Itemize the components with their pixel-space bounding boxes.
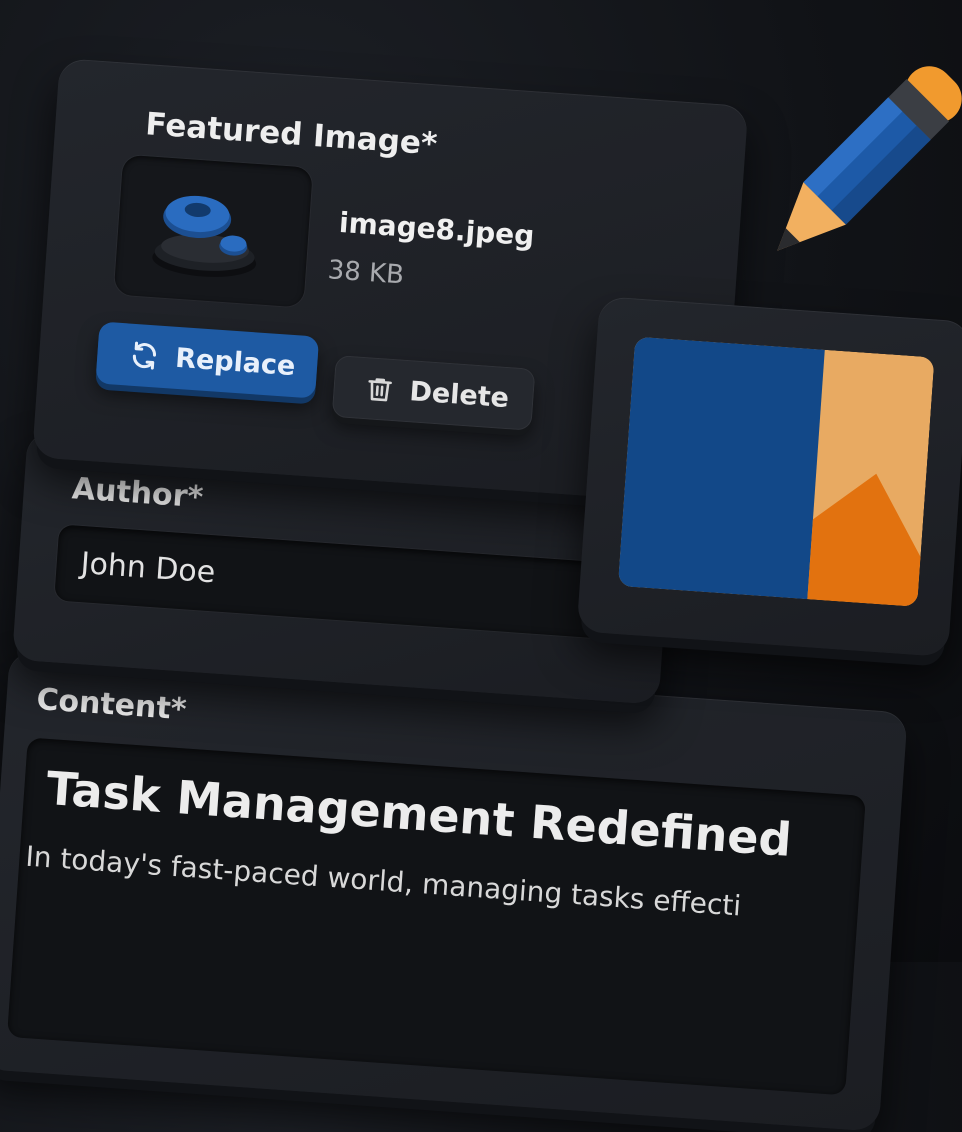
image-thumbnail [113,154,313,308]
featured-image-label: Featured Image* [144,106,439,163]
author-input[interactable]: John Doe [54,524,619,640]
replace-button-label: Replace [174,342,297,382]
content-card: Content* Task Management Redefined In to… [0,650,908,1132]
delete-button[interactable]: Delete [331,354,536,431]
file-size: 38 KB [326,255,405,291]
author-input-value: John Doe [79,546,217,591]
trash-icon [365,373,395,405]
image-placeholder-icon [617,336,935,607]
refresh-icon [128,340,160,372]
content-label: Content* [35,682,188,728]
replace-button[interactable]: Replace [95,321,320,399]
image-preview-card [576,296,962,658]
pencil-icon [777,66,962,251]
thumbnail-object-icon [152,195,257,277]
delete-button-label: Delete [408,375,510,414]
file-name: image8.jpeg [338,205,536,253]
content-editor[interactable]: Task Management Redefined In today's fas… [7,737,866,1096]
author-label: Author* [70,471,205,516]
